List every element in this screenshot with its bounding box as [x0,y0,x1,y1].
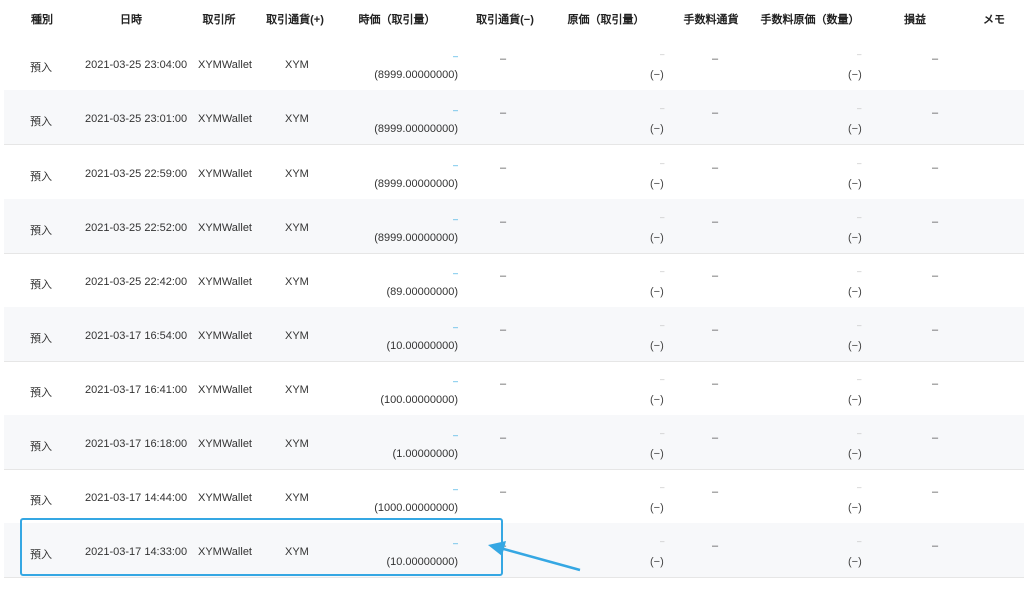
arrow-icon [488,541,581,572]
